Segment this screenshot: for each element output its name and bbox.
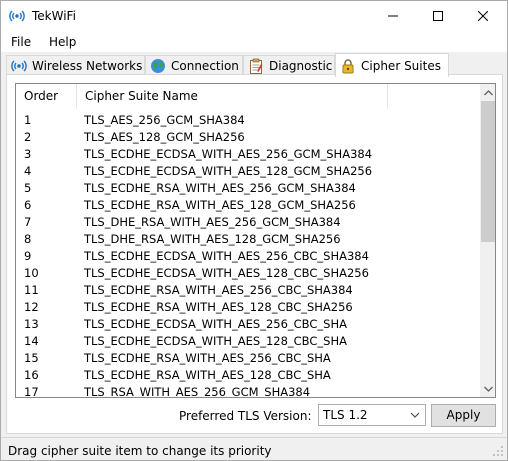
tab-connection[interactable]: Connection (145, 55, 243, 76)
cipher-order: 4 (24, 164, 32, 178)
tls-version-label: Preferred TLS Version: (179, 409, 312, 423)
cipher-order: 7 (24, 215, 32, 229)
cipher-suite-list[interactable]: Order Cipher Suite Name 1 TLS_AES_256_GCM… (15, 83, 496, 398)
list-item[interactable]: 4 TLS_ECDHE_ECDSA_WITH_AES_128_GCM_SHA256 (16, 163, 481, 180)
list-item[interactable]: 17 TLS_RSA_WITH_AES_256_GCM_SHA384 (16, 384, 481, 398)
tab-wireless-networks[interactable]: Wireless Networks (6, 55, 145, 76)
list-item[interactable]: 15 TLS_ECDHE_RSA_WITH_AES_256_CBC_SHA (16, 350, 481, 367)
chevron-down-icon (484, 386, 493, 392)
minimize-icon (388, 15, 398, 17)
cipher-order: 9 (24, 249, 32, 263)
menu-help[interactable]: Help (48, 35, 77, 49)
list-header: Order Cipher Suite Name (16, 84, 481, 109)
tab-label: Connection (171, 59, 239, 73)
list-item[interactable]: 13 TLS_ECDHE_ECDSA_WITH_AES_256_CBC_SHA (16, 316, 481, 333)
list-item[interactable]: 9 TLS_ECDHE_ECDSA_WITH_AES_256_CBC_SHA384 (16, 248, 481, 265)
cipher-order: 15 (24, 351, 39, 365)
tls-version-value: TLS 1.2 (323, 408, 368, 422)
list-item[interactable]: 1 TLS_AES_256_GCM_SHA384 (16, 112, 481, 129)
title-bar: TekWiFi (1, 1, 507, 32)
cipher-name: TLS_ECDHE_RSA_WITH_AES_128_CBC_SHA256 (84, 300, 353, 314)
cipher-order: 14 (24, 334, 39, 348)
list-item[interactable]: 2 TLS_AES_128_GCM_SHA256 (16, 129, 481, 146)
cipher-name: TLS_RSA_WITH_AES_256_GCM_SHA384 (84, 385, 311, 398)
list-rows: 1 TLS_AES_256_GCM_SHA384 2 TLS_AES_128_GCM_… (16, 112, 481, 398)
cipher-name: TLS_AES_256_GCM_SHA384 (84, 113, 245, 127)
list-item[interactable]: 5 TLS_ECDHE_RSA_WITH_AES_256_GCM_SHA384 (16, 180, 481, 197)
column-header-order[interactable]: Order (16, 84, 77, 109)
cipher-order: 16 (24, 368, 39, 382)
cipher-name: TLS_ECDHE_ECDSA_WITH_AES_256_CBC_SHA384 (84, 249, 369, 263)
wifi-icon (9, 8, 25, 24)
cipher-order: 11 (24, 283, 39, 297)
cipher-order: 5 (24, 181, 32, 195)
cipher-order: 3 (24, 147, 32, 161)
vertical-scrollbar[interactable] (480, 84, 495, 397)
cipher-name: TLS_DHE_RSA_WITH_AES_128_GCM_SHA256 (84, 232, 341, 246)
cipher-order: 8 (24, 232, 32, 246)
lock-icon (340, 58, 356, 74)
apply-button[interactable]: Apply (431, 404, 496, 427)
maximize-icon (433, 11, 443, 21)
globe-icon (150, 58, 166, 74)
cipher-order: 12 (24, 300, 39, 314)
cipher-order: 17 (24, 385, 39, 398)
list-item[interactable]: 16 TLS_ECDHE_RSA_WITH_AES_128_CBC_SHA (16, 367, 481, 384)
column-header-name[interactable]: Cipher Suite Name (77, 84, 388, 109)
close-icon (478, 11, 488, 21)
cipher-name: TLS_ECDHE_RSA_WITH_AES_128_GCM_SHA256 (84, 198, 356, 212)
cipher-order: 6 (24, 198, 32, 212)
app-window: TekWiFi File Help Wireless Networks Conn… (0, 0, 508, 461)
list-item[interactable]: 6 TLS_ECDHE_RSA_WITH_AES_128_GCM_SHA256 (16, 197, 481, 214)
tab-label: Wireless Networks (32, 59, 143, 73)
chevron-down-icon (408, 408, 422, 422)
resize-grip-icon[interactable] (492, 445, 504, 457)
status-bar: Drag cipher suite item to change its pri… (1, 437, 507, 460)
cipher-order: 10 (24, 266, 39, 280)
chevron-up-icon (484, 89, 493, 95)
list-item[interactable]: 11 TLS_ECDHE_RSA_WITH_AES_256_CBC_SHA384 (16, 282, 481, 299)
cipher-name: TLS_ECDHE_RSA_WITH_AES_256_CBC_SHA (84, 351, 331, 365)
cipher-name: TLS_ECDHE_ECDSA_WITH_AES_128_GCM_SHA256 (84, 164, 373, 178)
list-item[interactable]: 14 TLS_ECDHE_ECDSA_WITH_AES_128_CBC_SHA (16, 333, 481, 350)
list-item[interactable]: 12 TLS_ECDHE_RSA_WITH_AES_128_CBC_SHA256 (16, 299, 481, 316)
tab-diagnostic[interactable]: Diagnostic (243, 55, 335, 76)
cipher-order: 2 (24, 130, 32, 144)
tab-strip: Wireless Networks Connection Diagnostic … (1, 52, 507, 77)
cipher-suites-panel: Order Cipher Suite Name 1 TLS_AES_256_GCM… (6, 74, 503, 434)
cipher-name: TLS_ECDHE_RSA_WITH_AES_256_GCM_SHA384 (84, 181, 356, 195)
scroll-up-button[interactable] (480, 84, 495, 101)
list-item[interactable]: 10 TLS_ECDHE_ECDSA_WITH_AES_128_CBC_SHA25… (16, 265, 481, 282)
list-item[interactable]: 7 TLS_DHE_RSA_WITH_AES_256_GCM_SHA384 (16, 214, 481, 231)
minimize-button[interactable] (371, 1, 415, 31)
cipher-order: 13 (24, 317, 39, 331)
status-text: Drag cipher suite item to change its pri… (8, 444, 272, 458)
list-item[interactable]: 8 TLS_DHE_RSA_WITH_AES_128_GCM_SHA256 (16, 231, 481, 248)
menu-bar: File Help (1, 32, 507, 52)
tab-cipher-suites[interactable]: Cipher Suites (335, 53, 449, 77)
cipher-name: TLS_ECDHE_ECDSA_WITH_AES_128_CBC_SHA (84, 334, 347, 348)
cipher-name: TLS_AES_128_GCM_SHA256 (84, 130, 245, 144)
cipher-name: TLS_ECDHE_ECDSA_WITH_AES_256_CBC_SHA (84, 317, 347, 331)
tls-version-select[interactable]: TLS 1.2 (318, 404, 426, 426)
maximize-button[interactable] (416, 1, 460, 31)
cipher-name: TLS_ECDHE_ECDSA_WITH_AES_128_CBC_SHA256 (84, 266, 369, 280)
cipher-order: 1 (24, 113, 32, 127)
cipher-name: TLS_ECDHE_RSA_WITH_AES_256_CBC_SHA384 (84, 283, 353, 297)
close-button[interactable] (461, 1, 505, 31)
clipboard-icon (248, 58, 264, 74)
window-title: TekWiFi (32, 9, 76, 23)
tab-label: Cipher Suites (361, 58, 441, 73)
scroll-down-button[interactable] (480, 380, 495, 397)
wifi-icon (11, 58, 27, 74)
list-item[interactable]: 3 TLS_ECDHE_ECDSA_WITH_AES_256_GCM_SHA384 (16, 146, 481, 163)
cipher-name: TLS_ECDHE_ECDSA_WITH_AES_256_GCM_SHA384 (84, 147, 373, 161)
tab-label: Diagnostic (269, 59, 333, 73)
menu-file[interactable]: File (10, 35, 32, 49)
cipher-name: TLS_ECDHE_RSA_WITH_AES_128_CBC_SHA (84, 368, 331, 382)
cipher-name: TLS_DHE_RSA_WITH_AES_256_GCM_SHA384 (84, 215, 341, 229)
scroll-thumb[interactable] (481, 101, 495, 242)
